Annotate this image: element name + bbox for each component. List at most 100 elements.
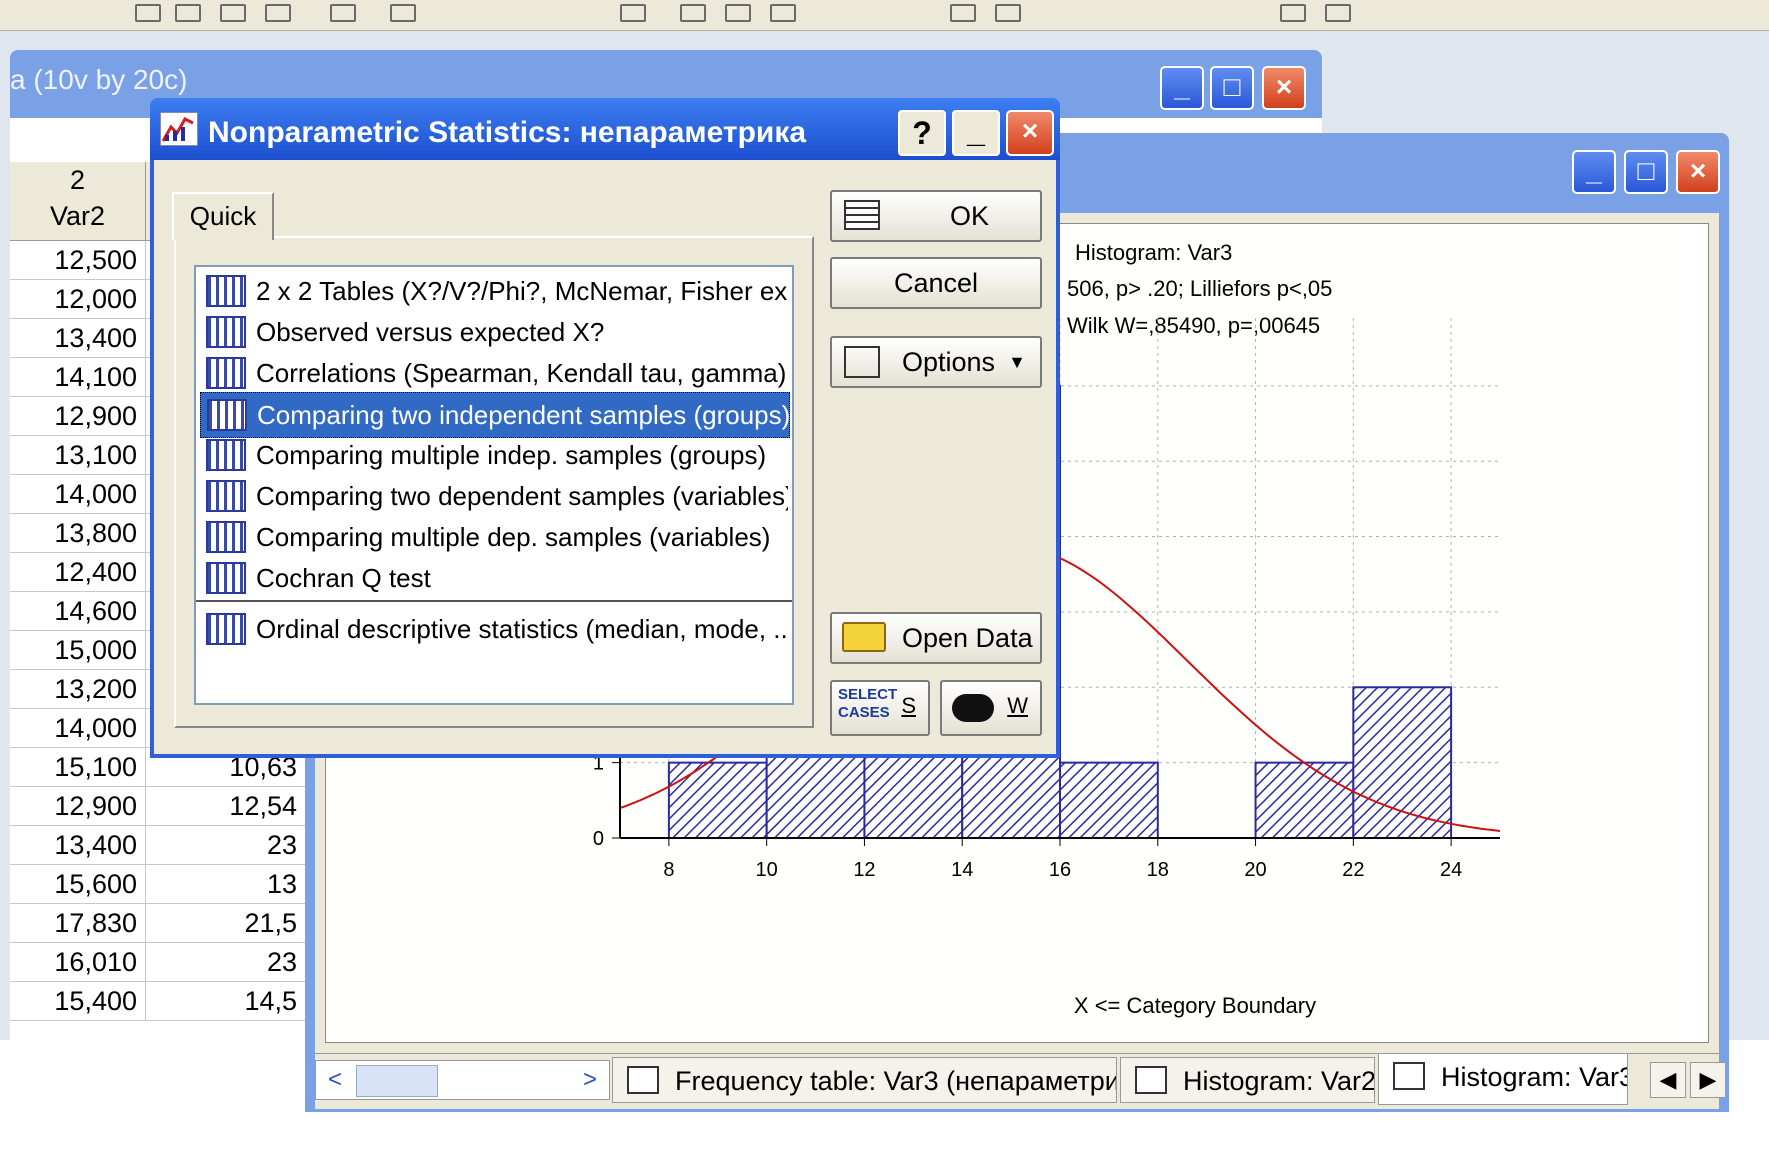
list-item[interactable]: Ordinal descriptive statistics (median, … xyxy=(200,607,788,651)
list-item[interactable]: Comparing two dependent samples (variabl… xyxy=(200,474,788,518)
toolbar-picture-icon[interactable] xyxy=(950,4,976,22)
column-name: Var2 xyxy=(49,201,106,231)
spreadsheet-icon xyxy=(844,200,880,230)
options-button[interactable]: Options ▼ xyxy=(830,336,1042,388)
tab-histogram-var3[interactable]: Histogram: Var3 xyxy=(1378,1053,1628,1105)
analysis-icon xyxy=(206,275,246,307)
list-item[interactable]: Comparing multiple dep. samples (variabl… xyxy=(200,515,788,559)
spreadsheet-maximize-button[interactable]: □ xyxy=(1210,66,1254,110)
x-tick-label: 22 xyxy=(1342,859,1364,881)
list-item-label: Observed versus expected X? xyxy=(256,317,605,347)
scroll-thumb[interactable] xyxy=(356,1065,438,1097)
table-cell[interactable]: 15,000 xyxy=(10,631,146,670)
table-cell[interactable]: 13,200 xyxy=(10,670,146,709)
chevron-down-icon: ▼ xyxy=(1008,352,1026,372)
toolbar-rounded-rect-icon[interactable] xyxy=(725,4,751,22)
toolbar-table-icon[interactable] xyxy=(175,4,201,22)
x-tick-label: 20 xyxy=(1244,859,1266,881)
table-cell[interactable]: 14,600 xyxy=(10,592,146,631)
table-cell[interactable]: 15,600 xyxy=(10,865,146,904)
analysis-icon xyxy=(206,562,246,594)
toolbar-font-size-icon[interactable] xyxy=(1325,4,1351,22)
weight-key: W xyxy=(1007,693,1028,718)
table-cell[interactable]: 23 xyxy=(146,826,306,865)
select-cases-button[interactable]: SELECT CASES S xyxy=(830,680,930,736)
table-cell[interactable]: 14,000 xyxy=(10,709,146,748)
dialog-close-button[interactable]: × xyxy=(1006,110,1054,156)
column-header-var2[interactable]: 2 Var2 xyxy=(10,162,146,241)
table-cell[interactable]: 12,54 xyxy=(146,787,306,826)
help-button[interactable]: ? xyxy=(898,110,946,156)
list-item[interactable]: Cochran Q test xyxy=(200,556,788,600)
dialog-minimize-button[interactable]: _ xyxy=(952,110,1000,156)
analysis-icon xyxy=(206,521,246,553)
table-cell[interactable]: 12,000 xyxy=(10,280,146,319)
toolbar-text-icon[interactable] xyxy=(620,4,646,22)
scroll-left-icon[interactable]: < xyxy=(320,1065,350,1095)
table-cell[interactable]: 13,400 xyxy=(10,826,146,865)
toolbar-font-icon[interactable] xyxy=(1280,4,1306,22)
table-cell[interactable]: 13,400 xyxy=(10,319,146,358)
toolbar-insert-icon[interactable] xyxy=(220,4,246,22)
ok-label: OK xyxy=(950,201,990,231)
table-cell[interactable]: 13,100 xyxy=(10,436,146,475)
analysis-list: 2 x 2 Tables (X?/V?/Phi?, McNemar, Fishe… xyxy=(194,265,794,705)
toolbar-hash-icon[interactable] xyxy=(330,4,356,22)
list-item-label: Comparing two independent samples (group… xyxy=(257,400,790,430)
weight-button[interactable]: W xyxy=(940,680,1042,736)
x-axis-label: X <= Category Boundary xyxy=(1074,993,1316,1018)
list-item[interactable]: Comparing multiple indep. samples (group… xyxy=(200,433,788,477)
tab-label: Frequency table: Var3 (непараметрика) xyxy=(675,1066,1117,1096)
histogram-bar xyxy=(667,761,768,840)
list-item[interactable]: 2 x 2 Tables (X?/V?/Phi?, McNemar, Fishe… xyxy=(200,269,788,313)
tab-quick[interactable]: Quick xyxy=(172,192,274,240)
x-tick-label: 10 xyxy=(756,859,778,881)
table-cell[interactable]: 14,5 xyxy=(146,982,306,1021)
open-data-button[interactable]: Open Data xyxy=(830,612,1042,664)
table-cell[interactable]: 17,830 xyxy=(10,904,146,943)
tab-histogram-var2[interactable]: Histogram: Var2 xyxy=(1120,1057,1375,1103)
histogram-minimize-button[interactable]: _ xyxy=(1572,150,1616,194)
toolbar-grid-icon[interactable] xyxy=(265,4,291,22)
histogram-bar xyxy=(1059,761,1159,840)
toolbar-ellipse-icon[interactable] xyxy=(770,4,796,22)
options-label: Options xyxy=(902,347,996,377)
histogram-maximize-button[interactable]: □ xyxy=(1624,150,1668,194)
toolbar-graph-icon[interactable] xyxy=(135,4,161,22)
spreadsheet-close-button[interactable]: × xyxy=(1262,66,1306,110)
table-cell[interactable]: 13 xyxy=(146,865,306,904)
list-item[interactable]: Comparing two independent samples (group… xyxy=(200,392,790,438)
table-cell[interactable]: 14,100 xyxy=(10,358,146,397)
list-item[interactable]: Observed versus expected X? xyxy=(200,310,788,354)
table-cell[interactable]: 12,900 xyxy=(10,397,146,436)
table-cell[interactable]: 14,000 xyxy=(10,475,146,514)
toolbar-frame-icon[interactable] xyxy=(995,4,1021,22)
x-tick-label: 16 xyxy=(1049,859,1071,881)
table-cell[interactable]: 12,500 xyxy=(10,241,146,280)
list-item[interactable]: Correlations (Spearman, Kendall tau, gam… xyxy=(200,351,788,395)
table-cell[interactable]: 13,800 xyxy=(10,514,146,553)
horizontal-scrollbar[interactable]: < > xyxy=(315,1060,610,1100)
tab-scroll-right-icon[interactable]: ▶ xyxy=(1690,1062,1726,1098)
table-cell[interactable]: 16,010 xyxy=(10,943,146,982)
table-cell[interactable]: 12,900 xyxy=(10,787,146,826)
table-cell[interactable]: 15,100 xyxy=(10,748,146,787)
histogram-bar xyxy=(1254,761,1355,840)
tab-scroll-left-icon[interactable]: ◀ xyxy=(1650,1062,1686,1098)
x-tick-label: 12 xyxy=(853,859,875,881)
spreadsheet-minimize-button[interactable]: _ xyxy=(1160,66,1204,110)
scroll-right-icon[interactable]: > xyxy=(575,1065,605,1095)
options-wand-icon xyxy=(844,346,880,378)
table-cell[interactable]: 21,5 xyxy=(146,904,306,943)
toolbar-rectangle-icon[interactable] xyxy=(680,4,706,22)
tab-frequency-table[interactable]: Frequency table: Var3 (непараметрика) xyxy=(612,1057,1117,1103)
ok-button[interactable]: OK xyxy=(830,190,1042,242)
table-cell[interactable]: 15,400 xyxy=(10,982,146,1021)
analysis-icon xyxy=(206,316,246,348)
cancel-button[interactable]: Cancel xyxy=(830,257,1042,309)
toolbar-zoom-icon[interactable] xyxy=(390,4,416,22)
histogram-close-button[interactable]: × xyxy=(1676,150,1720,194)
x-tick-label: 24 xyxy=(1440,859,1462,881)
table-cell[interactable]: 12,400 xyxy=(10,553,146,592)
table-cell[interactable]: 23 xyxy=(146,943,306,982)
